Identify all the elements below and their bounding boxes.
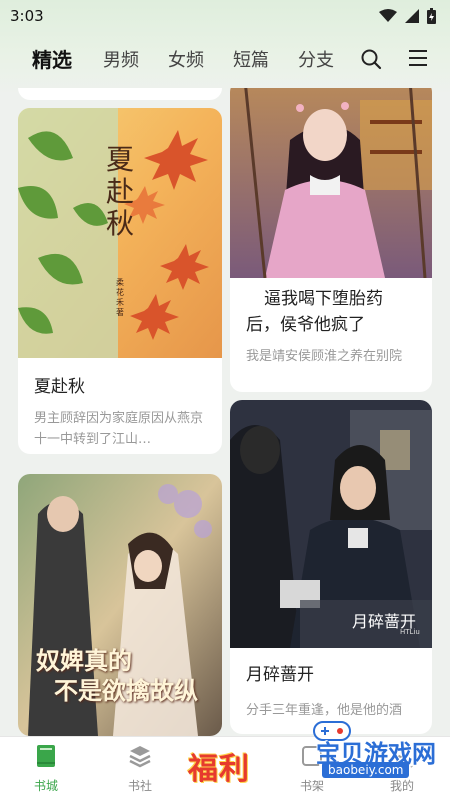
book-cover-title-line: 奴婢真的 [36,646,132,675]
book-card[interactable]: 逼我喝下堕胎药 后，侯爷他疯了 我是靖安侯顾淮之养在别院 [230,88,432,392]
book-title: 夏赴秋 [34,377,85,397]
book-cover-author: 柔花禾著 [116,278,124,317]
book-cover-palace-girl[interactable] [230,88,432,278]
book-title: 逼我喝下堕胎药 后，侯爷他疯了 [246,286,420,338]
bottom-nav-label: 我的 [389,779,414,793]
book-cover-author: HTLiu [400,628,420,636]
book-description: 我是靖安侯顾淮之养在别院 [246,349,403,364]
search-icon[interactable] [360,48,382,70]
tab-branch[interactable]: 分支 [298,46,334,72]
status-time: 3:03 [10,7,44,25]
shelf-icon [302,746,322,766]
tab-short[interactable]: 短篇 [233,46,269,72]
bottom-nav-profile[interactable]: 我的 [372,743,432,794]
book-card-partial-top[interactable] [18,88,222,100]
bottom-nav-community[interactable]: 书社 [110,743,170,794]
wifi-icon [379,9,397,22]
book-cover-title: 奴婢真的 不是欲擒故纵 [34,646,198,706]
bottom-nav-bookstore[interactable]: 书城 [16,743,76,794]
book-feed[interactable]: 夏赴秋 柔花禾著 夏赴秋 男主顾辞因为家庭原因从燕京十一中转到了江山… 逼我喝下… [0,88,450,736]
tab-featured-label: 精选 [32,48,72,72]
book-title-line: 后，侯爷他疯了 [246,315,365,335]
book-title-line: 逼我喝下堕胎药 [264,289,383,309]
book-card[interactable]: 奴婢真的 不是欲擒故纵 [18,474,222,736]
signal-icon [405,9,419,23]
book-cover-title: 夏赴秋 [106,143,135,240]
book-icon [37,745,55,767]
bottom-nav-label: 书城 [33,779,58,793]
profile-icon [391,746,413,768]
stack-icon [129,746,151,768]
nav-tabs: 精选 男频 女频 短篇 分支 [0,40,450,78]
bottom-nav-label: 书架 [299,779,324,793]
book-description: 男主顾辞因为家庭原因从燕京十一中转到了江山… [34,411,204,447]
book-card[interactable]: 夏赴秋 柔花禾著 夏赴秋 男主顾辞因为家庭原因从燕京十一中转到了江山… [18,108,222,454]
book-card[interactable]: 月碎蔷开 HTLiu 月碎蔷开 分手三年重逢，他是他的酒 [230,400,432,734]
book-cover-title-line: 不是欲擒故纵 [54,676,198,705]
bottom-nav-shelf[interactable]: 书架 [282,743,342,794]
status-bar: 3:03 [0,0,450,32]
header: 3:03 精选 男频 女频 短篇 分支 [0,0,450,95]
book-description: 分手三年重逢，他是他的酒 [246,703,403,718]
bottom-nav-label: 书社 [127,779,152,793]
book-title: 月碎蔷开 [246,665,314,685]
tab-female[interactable]: 女频 [168,46,204,72]
status-icons [379,8,436,24]
battery-icon [427,8,436,24]
tab-male[interactable]: 男频 [103,46,139,72]
welfare-badge[interactable]: 福利 [188,744,250,788]
tab-featured[interactable]: 精选 [32,44,72,77]
menu-icon[interactable] [408,48,428,68]
